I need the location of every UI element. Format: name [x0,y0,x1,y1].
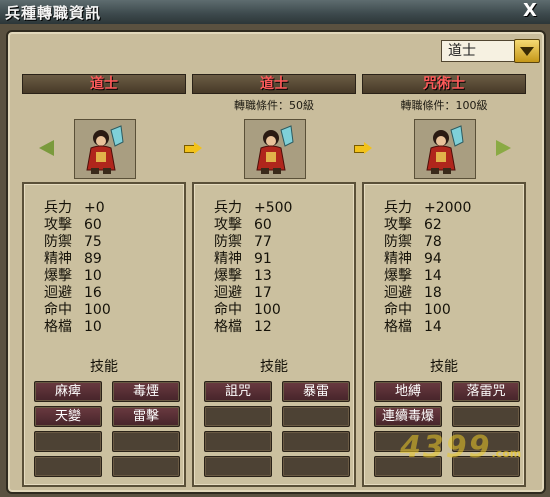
watermark-logo: 4399.com [400,430,522,465]
skill-slot-empty [204,406,272,427]
skill-button[interactable]: 暴雷 [282,381,350,402]
skill-button[interactable]: 毒煙 [112,381,180,402]
stat-row: 防禦 77 [214,234,272,250]
skill-button[interactable]: 詛咒 [204,381,272,402]
stat-row: 爆擊 14 [384,268,442,284]
warrior-icon [256,125,294,174]
stat-row: 命中 100 [44,302,111,318]
skill-button[interactable]: 麻痺 [34,381,102,402]
class-requirement-3: 轉職條件：100級 [400,99,488,112]
stat-row: 迴避 16 [44,285,102,301]
stat-row: 攻擊 60 [44,217,102,233]
skill-slot-empty [282,456,350,477]
skills-heading: 技能 [90,359,118,375]
warrior-icon [86,125,124,174]
skill-button[interactable]: 地縛 [374,381,442,402]
arrow-right-small-icon [184,142,202,154]
class-portrait-1 [74,119,136,179]
stat-row: 攻擊 60 [214,217,272,233]
skill-button[interactable]: 天變 [34,406,102,427]
skill-slot-empty [34,431,102,452]
skills-heading: 技能 [430,359,458,375]
stat-row: 兵力 +2000 [384,200,472,216]
stats-panel-1: 兵力 +0 攻擊 60 防禦 75 精神 89 爆擊 10 迴避 16 命中 100 格檔 10… [22,182,186,487]
stats-panel-2: 兵力 +500 攻擊 60 防禦 77 精神 91 爆擊 13 迴避 17 命中 100 格檔… [192,182,356,487]
skill-slot-empty [452,406,520,427]
stat-row: 精神 91 [214,251,272,267]
stat-row: 爆擊 10 [44,268,102,284]
skill-slot-empty [34,456,102,477]
stat-row: 格檔 12 [214,319,272,335]
arrow-right-small-icon [354,142,372,154]
window-body: 道士 道士 兵力 +0 攻擊 60 防禦 75 精神 89 爆擊 10 迴避 16 命中 10… [0,24,550,497]
class-select[interactable]: 道士 [441,40,517,62]
chevron-down-icon[interactable] [514,39,540,63]
title-bar: 兵種轉職資訊 X [0,0,550,25]
class-requirement-2: 轉職條件：50級 [234,99,314,112]
skill-slot-empty [282,406,350,427]
stat-row: 命中 100 [214,302,281,318]
class-portrait-3 [414,119,476,179]
stat-row: 兵力 +500 [214,200,293,216]
stat-row: 格檔 14 [384,319,442,335]
arrow-right-icon[interactable] [494,138,512,158]
stat-row: 攻擊 62 [384,217,442,233]
stat-row: 兵力 +0 [44,200,105,216]
stat-row: 防禦 75 [44,234,102,250]
stat-row: 格檔 10 [44,319,102,335]
content-panel: 道士 道士 兵力 +0 攻擊 60 防禦 75 精神 89 爆擊 10 迴避 16 命中 10… [6,30,546,494]
skill-slot-empty [282,431,350,452]
window-title: 兵種轉職資訊 [5,4,102,22]
skill-slot-empty [204,431,272,452]
close-icon[interactable]: X [520,1,540,21]
skill-button[interactable]: 雷擊 [112,406,180,427]
stat-row: 爆擊 13 [214,268,272,284]
skill-slot-empty [204,456,272,477]
stat-row: 迴避 18 [384,285,442,301]
stat-row: 迴避 17 [214,285,272,301]
arrow-left-icon[interactable] [39,138,57,158]
stat-row: 精神 89 [44,251,102,267]
skill-button[interactable]: 落雷咒 [452,381,520,402]
class-name-2: 道士 [192,74,356,94]
class-name-1: 道士 [22,74,186,94]
class-portrait-2 [244,119,306,179]
stat-row: 精神 94 [384,251,442,267]
skill-button[interactable]: 連續毒爆 [374,406,442,427]
class-name-3: 咒術士 [362,74,526,94]
stat-row: 防禦 78 [384,234,442,250]
stat-row: 命中 100 [384,302,451,318]
skills-heading: 技能 [260,359,288,375]
warrior-icon [426,125,464,174]
skill-slot-empty [112,431,180,452]
skill-slot-empty [112,456,180,477]
